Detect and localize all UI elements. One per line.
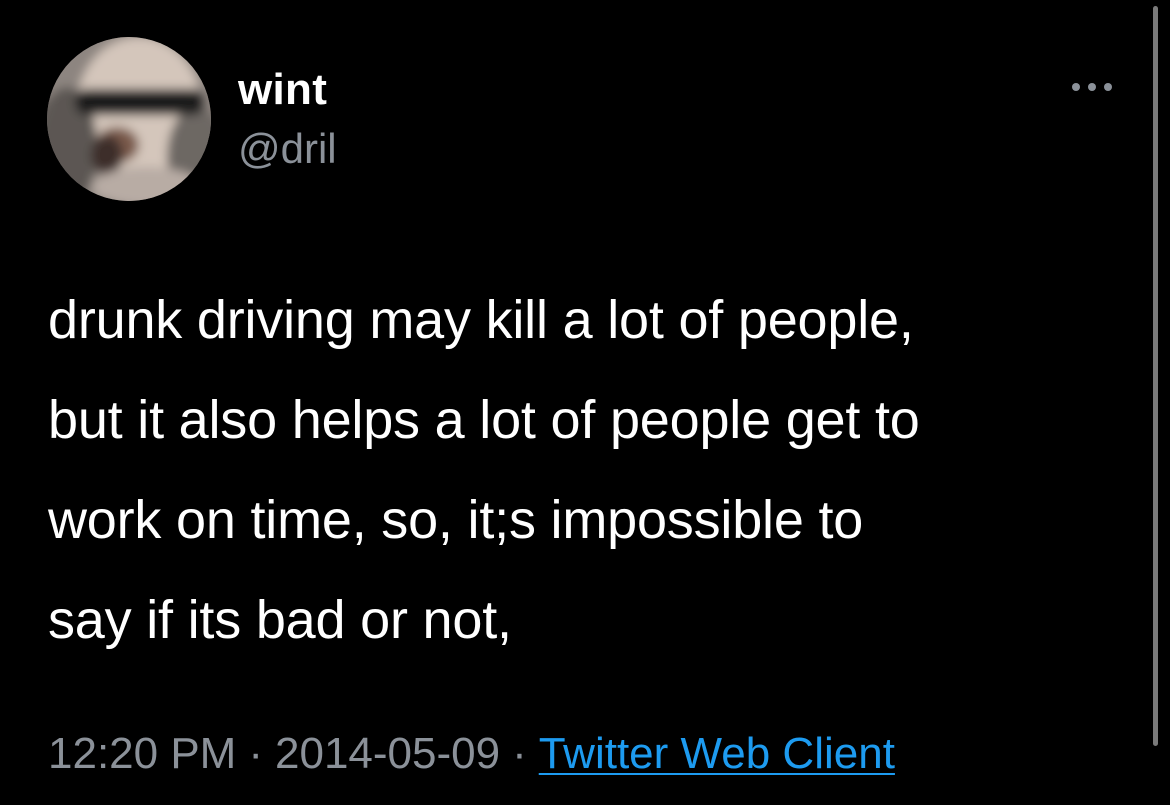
scrollbar[interactable]: [1153, 6, 1158, 746]
tweet-date[interactable]: 2014-05-09: [275, 729, 500, 778]
more-options-button[interactable]: [1062, 72, 1122, 102]
separator: ·: [248, 729, 263, 778]
tweet-metadata: 12:20 PM · 2014-05-09 · Twitter Web Client: [48, 726, 895, 782]
more-horizontal-icon: [1072, 83, 1112, 91]
tweet-time[interactable]: 12:20 PM: [48, 729, 236, 778]
tweet-text: drunk driving may kill a lot of people, …: [48, 290, 920, 650]
tweet: wint @dril drunk driving may kill a lot …: [0, 0, 1170, 805]
user-handle[interactable]: @dril: [238, 126, 337, 172]
separator: ·: [512, 729, 527, 778]
display-name[interactable]: wint: [238, 66, 327, 114]
client-link[interactable]: Twitter Web Client: [539, 729, 895, 778]
avatar[interactable]: [47, 37, 211, 201]
